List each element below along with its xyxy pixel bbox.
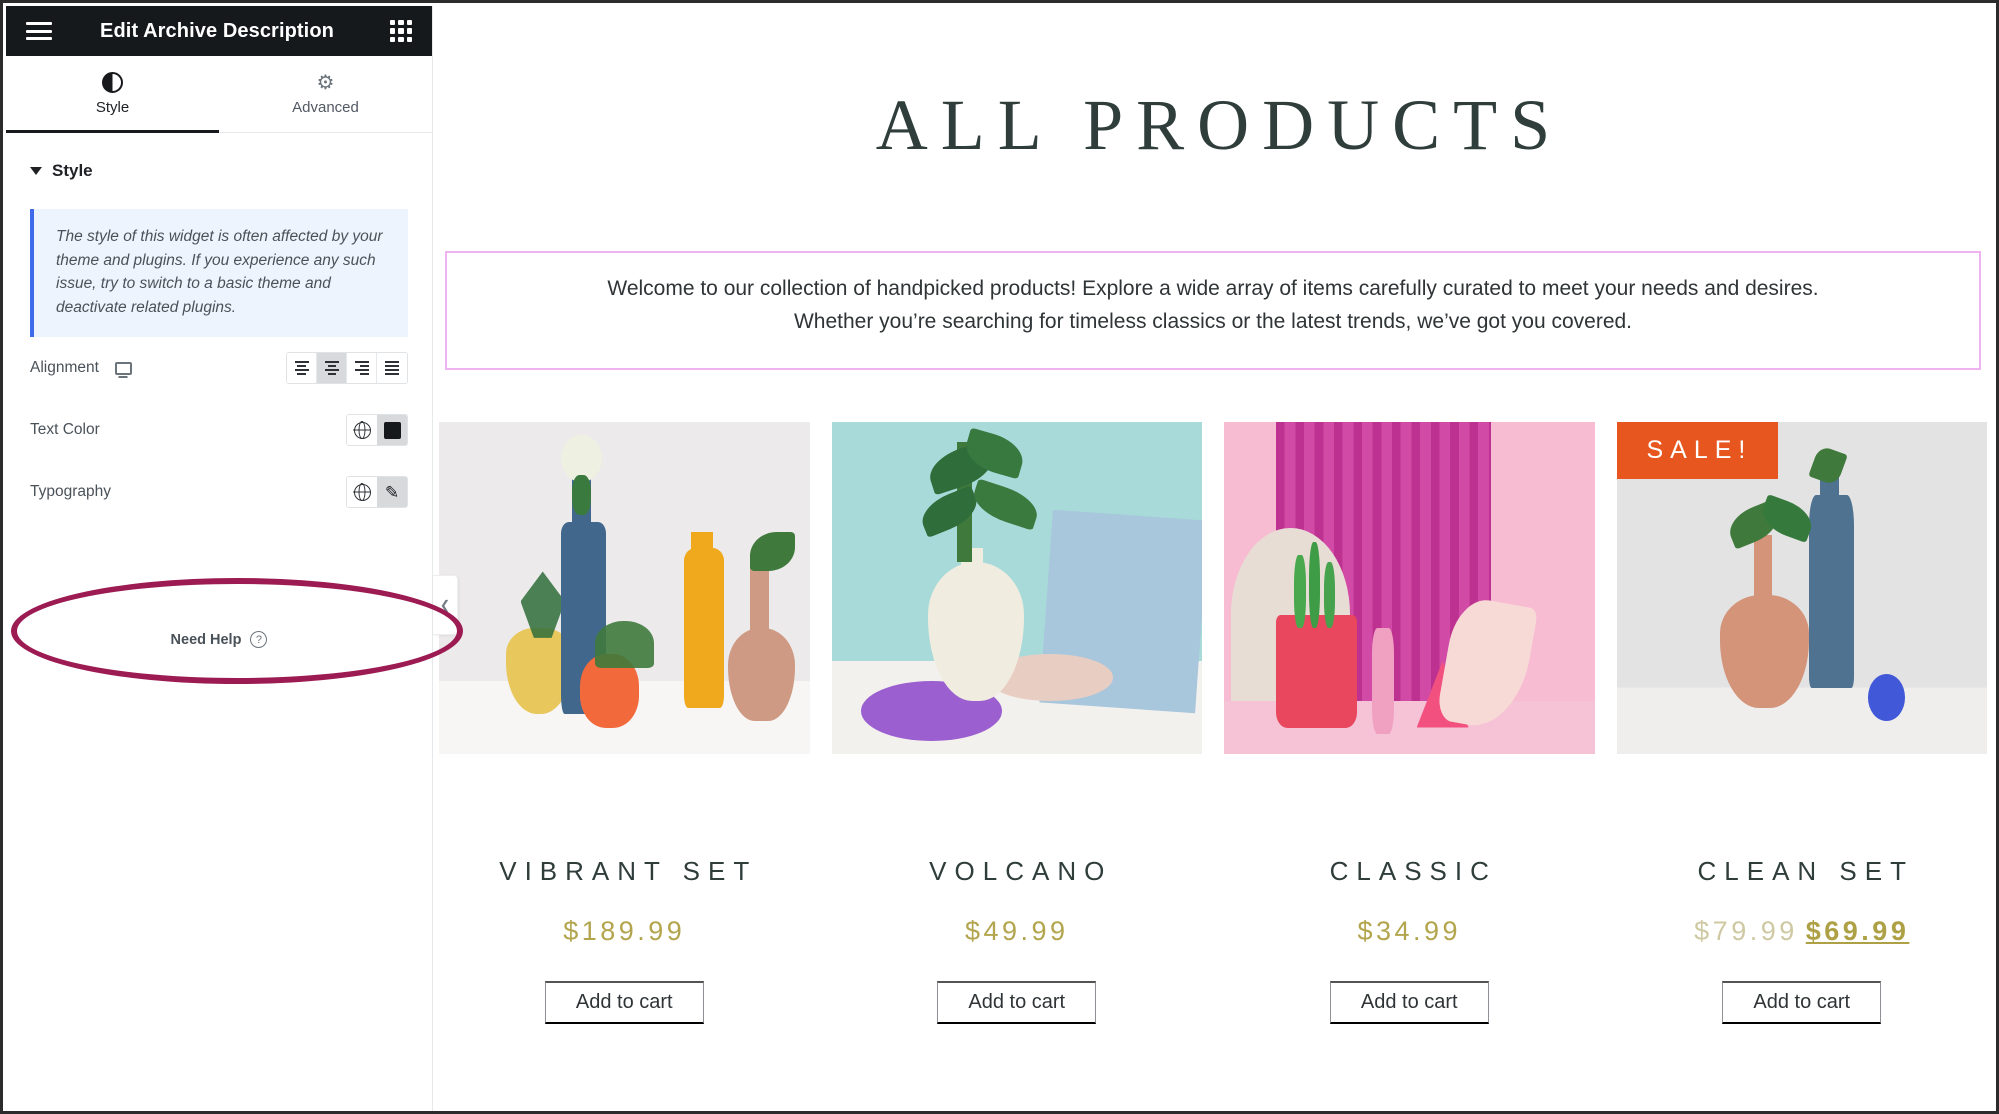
product-card[interactable]: VIBRANT SET $189.99 Add to cart: [439, 422, 810, 1025]
typography-control-row: Typography ✎: [6, 461, 432, 523]
need-help-link[interactable]: Need Help ?: [6, 631, 432, 649]
product-name: VOLCANO: [929, 856, 1113, 887]
add-to-cart-button[interactable]: Add to cart: [544, 981, 704, 1025]
product-card[interactable]: CLASSIC $34.99 Add to cart: [1224, 422, 1595, 1025]
product-price: $79.99 $69.99: [1694, 916, 1909, 947]
panel-collapse-handle[interactable]: ❮: [433, 575, 458, 635]
contrast-icon: [102, 72, 123, 93]
product-price: $34.99: [1357, 916, 1462, 947]
tab-style[interactable]: Style: [6, 56, 219, 133]
product-card[interactable]: SALE! CLEAN SET $79.99 $69.99 Add to car…: [1616, 422, 1987, 1025]
add-to-cart-button[interactable]: Add to cart: [937, 981, 1097, 1025]
text-color-label: Text Color: [30, 421, 100, 439]
archive-description-line-2: Whether you’re searching for timeless cl…: [793, 309, 1633, 333]
page-title: ALL PRODUCTS: [875, 85, 1564, 165]
archive-description-widget[interactable]: Welcome to our collection of handpicked …: [445, 251, 1981, 371]
add-to-cart-button[interactable]: Add to cart: [1722, 981, 1882, 1025]
grid-apps-icon[interactable]: [390, 20, 412, 42]
typography-globe-icon[interactable]: [347, 477, 377, 508]
product-image[interactable]: [439, 422, 810, 755]
style-section-header[interactable]: Style: [6, 133, 432, 187]
monitor-icon[interactable]: [114, 361, 132, 375]
sidebar-tabs: Style ⚙ Advanced: [6, 56, 432, 133]
sale-badge: SALE!: [1616, 422, 1779, 480]
sidebar-header: Edit Archive Description: [6, 6, 432, 56]
question-circle-icon: ?: [250, 631, 268, 649]
product-image[interactable]: [1224, 422, 1595, 755]
product-image[interactable]: SALE!: [1616, 422, 1987, 755]
align-right-button[interactable]: [347, 353, 377, 384]
need-help-label: Need Help: [170, 631, 242, 648]
style-notice: The style of this widget is often affect…: [30, 209, 408, 338]
collapse-arrow-icon: ❮: [439, 598, 451, 612]
alignment-label: Alignment: [30, 359, 99, 377]
product-price: $49.99: [964, 916, 1069, 947]
app-window: Edit Archive Description Style ⚙ Advance…: [0, 0, 1999, 1114]
text-color-swatch[interactable]: [377, 415, 407, 446]
gear-icon: ⚙: [316, 71, 335, 94]
text-color-globe-icon[interactable]: [347, 415, 377, 446]
typography-label: Typography: [30, 483, 111, 501]
text-color-control-row: Text Color: [6, 399, 432, 461]
typography-group: ✎: [346, 476, 408, 509]
align-center-button[interactable]: [317, 353, 347, 384]
text-color-group: [346, 414, 408, 447]
product-name: VIBRANT SET: [499, 856, 758, 887]
editor-sidebar: Edit Archive Description Style ⚙ Advance…: [6, 6, 433, 1111]
product-name: CLEAN SET: [1697, 856, 1914, 887]
align-justify-button[interactable]: [377, 353, 407, 384]
add-to-cart-button[interactable]: Add to cart: [1329, 981, 1489, 1025]
align-left-button[interactable]: [287, 353, 317, 384]
product-price: $189.99: [563, 916, 686, 947]
sidebar-title: Edit Archive Description: [100, 19, 334, 42]
typography-edit-pencil-icon[interactable]: ✎: [377, 477, 407, 508]
tab-advanced[interactable]: ⚙ Advanced: [219, 56, 432, 132]
product-price-sale: $69.99: [1805, 916, 1910, 947]
alignment-control-row: Alignment: [6, 337, 432, 399]
product-card[interactable]: VOLCANO $49.99 Add to cart: [831, 422, 1202, 1025]
product-grid: VIBRANT SET $189.99 Add to cart VOLCANO …: [433, 422, 1993, 1025]
style-section-title: Style: [52, 161, 93, 180]
archive-description-line-1: Welcome to our collection of handpicked …: [607, 277, 1819, 300]
tab-style-label: Style: [95, 99, 130, 116]
product-image[interactable]: [831, 422, 1202, 755]
product-price-original: $79.99: [1694, 916, 1798, 947]
caret-down-icon: [30, 167, 42, 175]
alignment-button-group: [286, 352, 408, 385]
tab-advanced-label: Advanced: [292, 98, 359, 116]
product-name: CLASSIC: [1329, 856, 1497, 887]
preview-canvas: ALL PRODUCTS Welcome to our collection o…: [433, 6, 1993, 1108]
